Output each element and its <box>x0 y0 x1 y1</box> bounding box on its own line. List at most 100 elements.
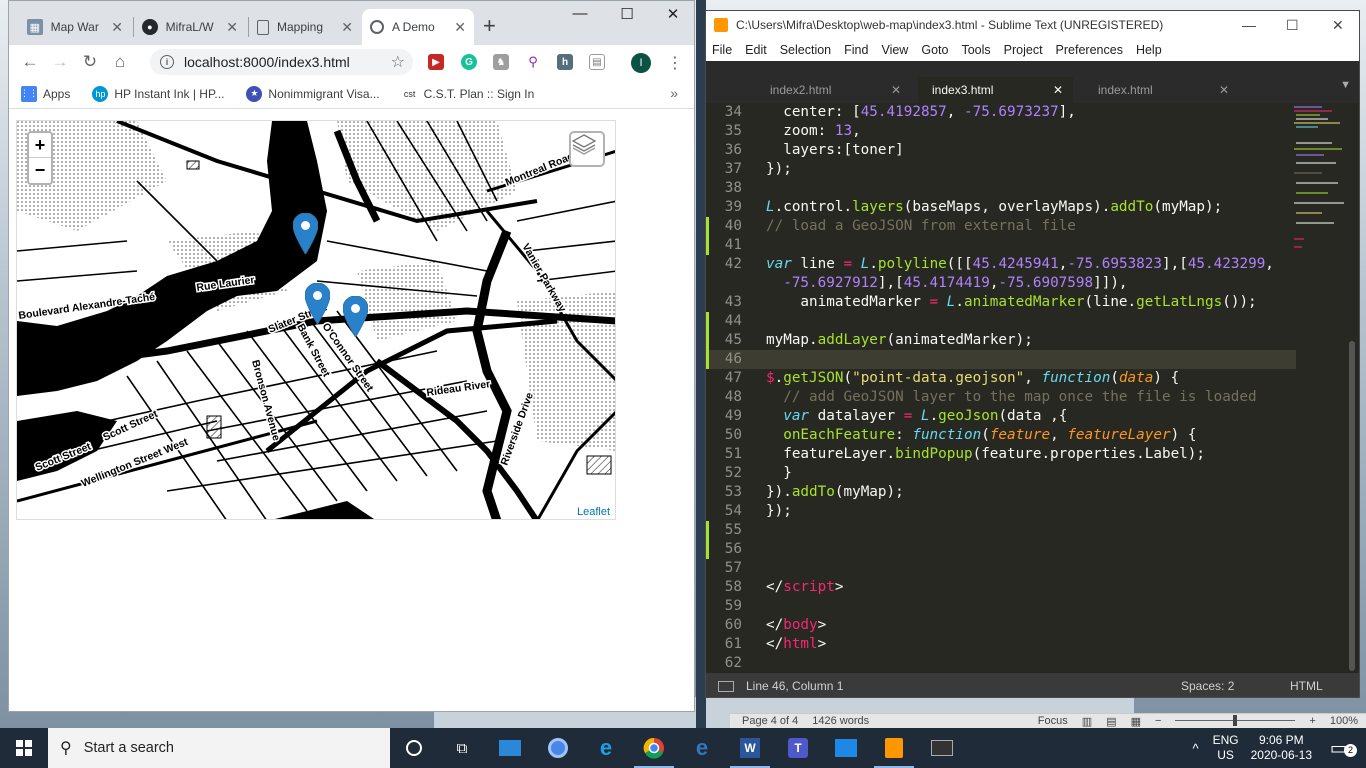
code-line: myMap.addLayer(animatedMarker); <box>766 332 1033 348</box>
close-window-icon[interactable]: ✕ <box>659 5 687 23</box>
tab-index[interactable]: index.html ✕ <box>1084 77 1239 103</box>
terminal-icon[interactable] <box>918 728 966 768</box>
close-icon[interactable]: ✕ <box>454 19 466 36</box>
layers-control-icon[interactable] <box>569 131 605 167</box>
grammarly-icon[interactable]: G <box>461 54 477 70</box>
windows-start-icon[interactable] <box>0 728 48 768</box>
editor-scrollbar[interactable] <box>1349 341 1355 671</box>
map-marker-icon[interactable] <box>293 213 318 254</box>
extension-h-icon[interactable]: h <box>557 54 573 70</box>
web-layout-icon[interactable]: ▦ <box>1131 715 1141 728</box>
close-icon[interactable]: ✕ <box>891 83 901 97</box>
notification-center-icon[interactable]: ▭ 2 <box>1330 738 1360 759</box>
code-minimap[interactable] <box>1292 103 1352 303</box>
reload-icon[interactable]: ↻ <box>75 52 105 72</box>
browser-tab-1[interactable]: ▦ Map War ✕ <box>19 9 131 45</box>
clock[interactable]: 9:06 PM 2020-06-13 <box>1251 733 1312 763</box>
mail-icon[interactable] <box>486 728 534 768</box>
focus-button[interactable]: Focus <box>1038 715 1068 727</box>
line-number: 53 <box>724 484 742 500</box>
bookmark-hp[interactable]: hp HP Instant Ink | HP... <box>92 85 224 102</box>
maximize-icon[interactable]: ☐ <box>1286 17 1299 34</box>
zoom-slider[interactable] <box>1175 715 1296 726</box>
menu-kebab-icon[interactable]: ⋮ <box>667 53 683 73</box>
photos-icon[interactable] <box>822 728 870 768</box>
indentation-status[interactable]: Spaces: 2 <box>1181 679 1234 693</box>
zoom-out-button[interactable]: − <box>29 158 51 183</box>
line-number: 58 <box>724 579 742 595</box>
menu-preferences[interactable]: Preferences <box>1056 43 1123 57</box>
search-extension-icon[interactable]: ⚲ <box>525 54 541 70</box>
internet-explorer-icon[interactable]: e <box>582 728 630 768</box>
teams-icon[interactable]: T <box>774 728 822 768</box>
menu-edit[interactable]: Edit <box>745 43 767 57</box>
minimize-icon[interactable]: — <box>1242 17 1256 33</box>
line-number: 50 <box>724 427 742 443</box>
map-marker-icon[interactable] <box>343 296 368 337</box>
tab-index3[interactable]: index3.html ✕ <box>918 77 1073 103</box>
menu-view[interactable]: View <box>881 43 908 57</box>
print-layout-icon[interactable]: ▤ <box>1106 715 1116 728</box>
line-number: 41 <box>724 237 742 253</box>
line-number: 40 <box>724 218 742 234</box>
menu-selection[interactable]: Selection <box>780 43 831 57</box>
bookmark-cst[interactable]: cst C.S.T. Plan :: Sign In <box>401 85 534 102</box>
zoom-in-button[interactable]: + <box>29 133 51 158</box>
word-zoom-level[interactable]: 100% <box>1330 715 1358 727</box>
map-marker-icon[interactable] <box>305 283 330 324</box>
address-bar[interactable]: i localhost:8000/index3.html ☆ <box>150 49 413 75</box>
extension-doc-icon[interactable]: ▤ <box>589 54 605 70</box>
chrome-taskbar-icon[interactable] <box>630 728 678 768</box>
menu-goto[interactable]: Goto <box>921 43 948 57</box>
window-title: C:\Users\Mifra\Desktop\web-map\index3.ht… <box>736 18 1164 32</box>
zoom-in-button[interactable]: + <box>1309 715 1315 727</box>
close-icon[interactable]: ✕ <box>111 19 123 36</box>
close-icon[interactable]: ✕ <box>1219 83 1229 97</box>
browser-blue-icon[interactable] <box>534 728 582 768</box>
profile-avatar[interactable]: I <box>631 53 651 73</box>
menu-project[interactable]: Project <box>1004 43 1043 57</box>
forward-icon[interactable]: → <box>45 52 75 72</box>
menu-find[interactable]: Find <box>844 43 868 57</box>
word-icon[interactable]: W <box>726 728 774 768</box>
back-icon[interactable]: ← <box>15 52 45 72</box>
taskbar-search[interactable]: ⚲ Start a search <box>48 728 390 768</box>
browser-tab-active[interactable]: A Demo ✕ <box>362 9 474 45</box>
close-window-icon[interactable]: ✕ <box>1332 17 1344 34</box>
code-editor[interactable]: 34 center: [45.4192857, -75.6973237], 35… <box>706 103 1296 673</box>
panel-toggle-icon[interactable] <box>718 680 734 692</box>
maximize-icon[interactable]: ☐ <box>613 5 641 23</box>
edge-icon[interactable]: e <box>678 728 726 768</box>
bookmark-star-icon[interactable]: ☆ <box>391 52 405 72</box>
new-tab-button[interactable]: + <box>483 13 496 39</box>
leaflet-attribution-link[interactable]: Leaflet <box>571 505 615 519</box>
syntax-status[interactable]: HTML <box>1290 679 1323 693</box>
bookmark-visa[interactable]: ★ Nonimmigrant Visa... <box>246 85 380 102</box>
zoom-out-button[interactable]: − <box>1155 715 1161 727</box>
minimize-icon[interactable]: — <box>566 5 594 22</box>
bookmarks-overflow-icon[interactable]: » <box>670 85 678 101</box>
cortana-icon[interactable] <box>390 728 438 768</box>
task-view-icon[interactable]: ⧉ <box>438 728 486 768</box>
read-mode-icon[interactable]: ▥ <box>1082 715 1092 728</box>
sublime-taskbar-icon[interactable] <box>870 728 918 768</box>
bookmark-apps[interactable]: ⋮⋮ Apps <box>20 85 70 102</box>
language-indicator[interactable]: ENG US <box>1213 733 1239 763</box>
leaflet-map[interactable]: Montreal Road Rue Laurier Boulevard Alex… <box>16 120 616 520</box>
extension-gray-icon[interactable]: ♞ <box>493 54 509 70</box>
close-icon[interactable]: ✕ <box>341 19 353 36</box>
extension-red-icon[interactable]: ▶ <box>428 54 444 70</box>
home-icon[interactable]: ⌂ <box>105 52 135 72</box>
show-hidden-icons-icon[interactable]: ^ <box>1192 741 1198 756</box>
info-icon[interactable]: i <box>160 55 174 69</box>
browser-tab-3[interactable]: Mapping ✕ <box>249 9 361 45</box>
globe-icon <box>370 20 384 34</box>
menu-tools[interactable]: Tools <box>961 43 990 57</box>
close-icon[interactable]: ✕ <box>1053 83 1063 97</box>
menu-help[interactable]: Help <box>1136 43 1162 57</box>
close-icon[interactable]: ✕ <box>226 19 238 36</box>
browser-tab-2[interactable]: ● MifraL/W ✕ <box>134 9 246 45</box>
menu-file[interactable]: File <box>712 43 732 57</box>
tab-index2[interactable]: index2.html ✕ <box>756 77 911 103</box>
tab-dropdown-icon[interactable]: ▼ <box>1340 79 1351 91</box>
